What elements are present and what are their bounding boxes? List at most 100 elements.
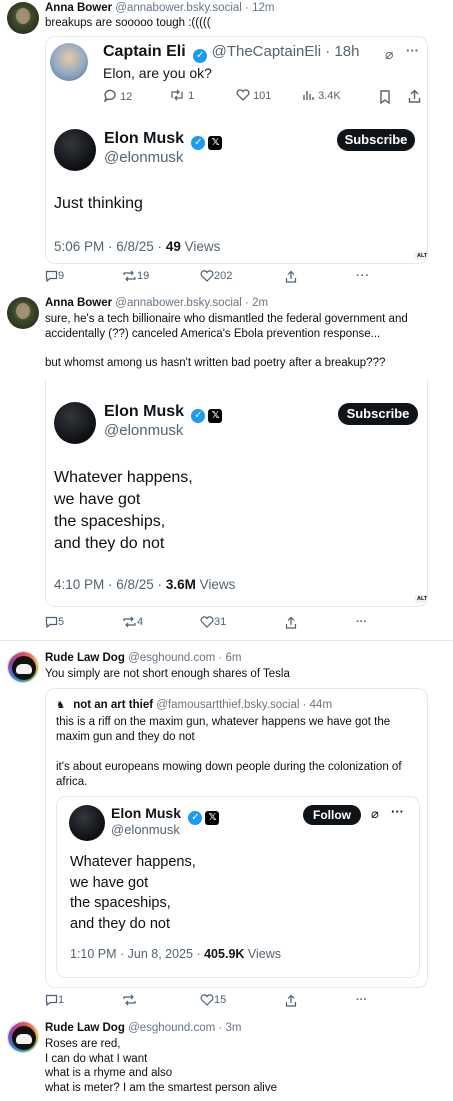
like-action[interactable]: 15 <box>200 994 226 1007</box>
repost-icon <box>123 616 136 628</box>
poem-line: and they do not <box>70 915 170 932</box>
author-name[interactable]: Rude Law Dog <box>45 1022 125 1034</box>
like-count: 202 <box>214 270 233 282</box>
quoted-author: Captain Eli <box>103 43 186 60</box>
more-icon: ··· <box>356 270 370 282</box>
verified-icon: ✓ <box>191 409 206 423</box>
embedded-time: 5:06 PM · 6/8/25 · <box>54 239 166 254</box>
post-time[interactable]: 2m <box>252 297 268 309</box>
embedded-text: Whatever happens, we have got the spaces… <box>54 467 193 555</box>
text-line: Roses are red, <box>45 1038 121 1050</box>
alt-badge[interactable]: ALT <box>415 252 427 260</box>
like-count: 31 <box>214 616 227 628</box>
post-time[interactable]: 3m <box>225 1022 241 1034</box>
reply-icon <box>103 89 116 102</box>
author-name[interactable]: Rude Law Dog <box>45 652 125 664</box>
poem-line: the spaceships, <box>54 513 166 530</box>
like-stat: 101 <box>236 89 271 102</box>
quoted-time: 44m <box>309 699 333 711</box>
embedded-avatar <box>54 402 96 444</box>
separator: · <box>321 43 335 60</box>
post-meta: Rude Law Dog @esghound.com · 6m <box>45 651 241 665</box>
share-icon <box>408 89 421 103</box>
text-line: what is meter? I am the smartest person … <box>45 1081 278 1094</box>
quoted-post[interactable]: Captain Eli ✓ @TheCaptainEli · 18h ⌀ ···… <box>45 36 428 264</box>
post-text: breakups are sooooo tough :((((( <box>45 17 211 29</box>
author-name[interactable]: Anna Bower <box>45 2 112 14</box>
post-1: Anna Bower @annabower.bsky.social · 12m … <box>0 0 453 290</box>
quoted-author: not an art thief <box>73 699 154 711</box>
share-action[interactable] <box>285 270 297 284</box>
views-count: 3.4K <box>318 90 341 102</box>
embedded-handle: @elonmusk <box>104 422 184 439</box>
poem-line: we have got <box>70 874 149 891</box>
embedded-views-label: Views <box>180 239 221 254</box>
text-line: accidentally (??) canceled America's Ebo… <box>45 327 381 340</box>
text-line: sure, he's a tech billionaire who disman… <box>45 313 408 325</box>
repost-count: 4 <box>137 616 144 628</box>
share-icon <box>285 616 297 629</box>
author-handle[interactable]: @esghound.com <box>128 1022 215 1034</box>
share-action[interactable] <box>285 616 297 630</box>
post-time[interactable]: 12m <box>252 2 274 14</box>
like-action[interactable]: 31 <box>200 616 226 629</box>
post-actions: 5 4 31 ··· <box>45 616 375 630</box>
post-actions: 9 19 202 ··· <box>45 270 375 284</box>
repost-action[interactable]: 4 <box>122 616 143 629</box>
text-line <box>56 745 421 760</box>
embedded-text: Just thinking <box>54 195 143 212</box>
embedded-text: Whatever happens, we have got the spaces… <box>70 852 196 934</box>
alt-badge[interactable]: ALT <box>415 595 427 603</box>
avatar-face <box>16 664 32 674</box>
reply-count: 12 <box>120 91 133 103</box>
avatar[interactable] <box>7 1021 39 1053</box>
quoted-handle: @TheCaptainEli <box>211 43 322 60</box>
bookmark-icon <box>380 90 390 104</box>
like-count: 15 <box>214 994 227 1006</box>
reply-stat: 12 <box>103 89 132 103</box>
share-action[interactable] <box>285 994 297 1008</box>
post-text: sure, he's a tech billionaire who disman… <box>45 312 445 370</box>
text-line: it's about europeans mowing down people … <box>56 761 402 773</box>
avatar[interactable] <box>7 651 39 683</box>
repost-icon <box>123 270 136 282</box>
reply-action[interactable]: 1 <box>45 994 64 1007</box>
embedded-views: 49 <box>165 239 181 254</box>
text-line <box>45 341 445 356</box>
embedded-image: Elon Musk ✓ 𝕏 @elonmusk Follow ⌀ ··· What… <box>56 796 420 978</box>
embedded-image[interactable]: Elon Musk ✓ 𝕏 @elonmusk Subscribe Whateve… <box>45 379 428 607</box>
author-name[interactable]: Anna Bower <box>45 297 112 309</box>
repost-count: 1 <box>188 90 195 102</box>
quoted-post[interactable]: ♞ not an art thief @famousartthief.bsky.… <box>45 688 428 988</box>
post-text: You simply are not short enough shares o… <box>45 668 290 680</box>
embedded-time: 4:10 PM · 6/8/25 · <box>54 577 166 592</box>
text-line: what is a rhyme and also <box>45 1067 173 1079</box>
x-logo-icon: 𝕏 <box>208 409 223 423</box>
subscribe-button: Subscribe <box>338 403 418 425</box>
embedded-author: Elon Musk <box>111 805 182 821</box>
repost-action[interactable] <box>122 994 137 1007</box>
repost-action[interactable]: 19 <box>122 270 149 283</box>
avatar[interactable] <box>7 297 39 329</box>
x-logo-icon: 𝕏 <box>205 811 220 825</box>
embedded-views-label: Views <box>195 577 236 592</box>
embedded-avatar <box>69 805 105 841</box>
poem-line: and they do not <box>54 535 165 552</box>
embedded-header: Elon Musk ✓ 𝕏 <box>104 403 223 423</box>
author-handle[interactable]: @annabower.bsky.social <box>115 297 242 309</box>
reply-action[interactable]: 9 <box>45 270 64 283</box>
post-meta: Rude Law Dog @esghound.com · 3m <box>45 1021 241 1035</box>
subscribe-button: Subscribe <box>337 129 415 151</box>
heart-icon <box>236 89 250 101</box>
like-action[interactable]: 202 <box>200 270 232 283</box>
author-handle[interactable]: @esghound.com <box>128 652 215 664</box>
post-time[interactable]: 6m <box>225 652 241 664</box>
avatar[interactable] <box>7 2 39 34</box>
reply-action[interactable]: 5 <box>45 616 64 629</box>
more-icon: ··· <box>356 994 367 1006</box>
embedded-views-label: Views <box>244 947 282 961</box>
reply-count: 5 <box>58 616 65 628</box>
author-handle[interactable]: @annabower.bsky.social <box>115 2 242 14</box>
more-icon: ··· <box>356 616 367 628</box>
embedded-timestamp: 4:10 PM · 6/8/25 · 3.6M Views <box>54 577 235 592</box>
